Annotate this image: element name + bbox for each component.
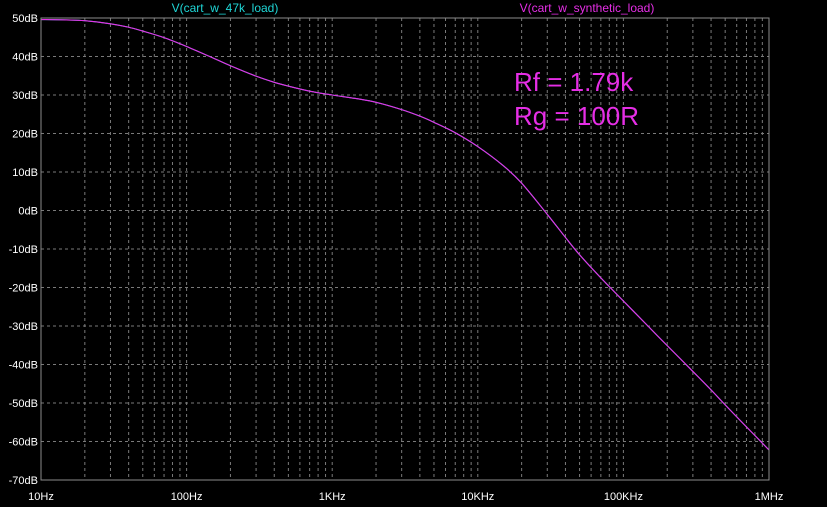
y-tick-label: -30dB (9, 321, 38, 333)
y-tick-label: 50dB (12, 13, 38, 25)
x-tick-label: 100KHz (604, 491, 643, 503)
series-line-1 (40, 18, 770, 451)
y-tick-label: -60dB (9, 437, 38, 449)
y-tick-label: -10dB (9, 244, 38, 256)
series-layer (40, 18, 770, 451)
x-tick-label: 10KHz (461, 491, 494, 503)
y-tick-label: 40dB (12, 52, 38, 64)
y-tick-label: -50dB (9, 398, 38, 410)
x-tick-label: 100Hz (171, 491, 203, 503)
y-tick-label: -70dB (9, 475, 38, 487)
y-tick-label: 30dB (12, 90, 38, 102)
annotation-rf: Rf = 1.79k (514, 67, 634, 97)
grid (40, 17, 770, 481)
legend-series-2[interactable]: V(cart_w_synthetic_load) (520, 1, 655, 15)
y-tick-label: -20dB (9, 283, 38, 295)
annotation-rg: Rg = 100R (514, 101, 639, 131)
series-line-2 (40, 18, 770, 451)
x-tick-label: 10Hz (28, 491, 54, 503)
y-tick-label: 20dB (12, 129, 38, 141)
y-tick-label: 10dB (12, 167, 38, 179)
y-tick-label: -40dB (9, 360, 38, 372)
x-tick-label: 1KHz (319, 491, 346, 503)
x-tick-label: 1MHz (755, 491, 784, 503)
bode-plot: 50dB 40dB 30dB 20dB 10dB 0dB -10dB -20dB -30dB -4… (9, 1, 784, 503)
legend-series-1[interactable]: V(cart_w_47k_load) (172, 1, 279, 15)
y-tick-label: 0dB (18, 206, 38, 218)
